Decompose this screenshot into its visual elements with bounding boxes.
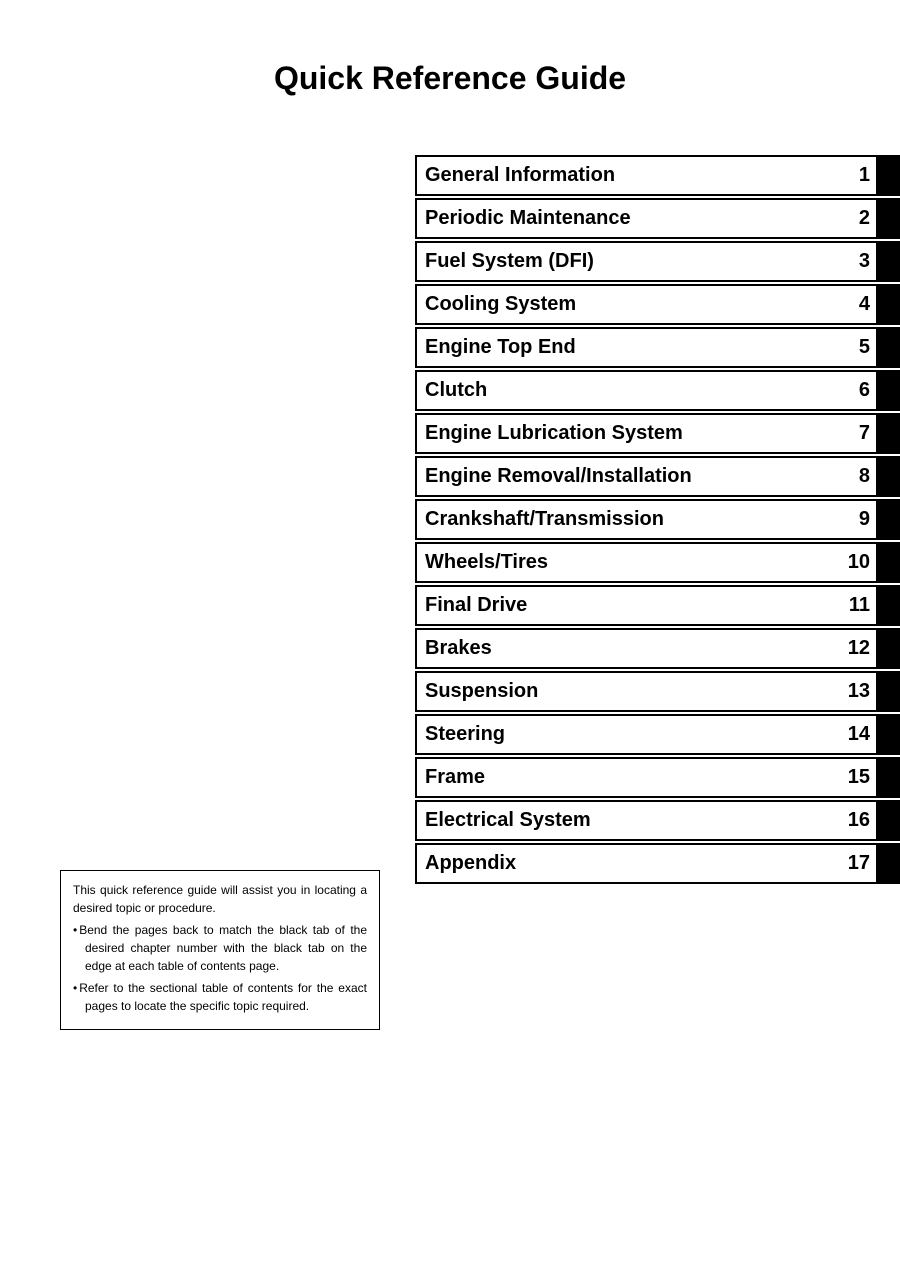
toc-label: Appendix: [417, 845, 836, 882]
toc-number: 1: [836, 157, 876, 194]
toc-number: 13: [836, 673, 876, 710]
toc-row[interactable]: Crankshaft/Transmission9: [415, 499, 900, 540]
toc-number: 17: [836, 845, 876, 882]
toc-tab: [876, 200, 898, 237]
toc-label: Engine Removal/Installation: [417, 458, 836, 495]
toc-row[interactable]: Engine Lubrication System7: [415, 413, 900, 454]
info-list: Bend the pages back to match the black t…: [73, 921, 367, 1015]
toc-row[interactable]: Brakes12: [415, 628, 900, 669]
toc-tab: [876, 415, 898, 452]
toc-label: Crankshaft/Transmission: [417, 501, 836, 538]
toc-number: 16: [836, 802, 876, 839]
toc-row[interactable]: Suspension13: [415, 671, 900, 712]
toc-tab: [876, 157, 898, 194]
info-bullet: Refer to the sectional table of contents…: [73, 979, 367, 1015]
toc-label: Engine Top End: [417, 329, 836, 366]
page-title: Quick Reference Guide: [0, 0, 900, 147]
toc-number: 15: [836, 759, 876, 796]
toc-tab: [876, 544, 898, 581]
toc-row[interactable]: Electrical System16: [415, 800, 900, 841]
toc-number: 6: [836, 372, 876, 409]
toc-row[interactable]: Periodic Maintenance2: [415, 198, 900, 239]
toc-number: 14: [836, 716, 876, 753]
toc-tab: [876, 630, 898, 667]
toc-number: 10: [836, 544, 876, 581]
toc-label: Brakes: [417, 630, 836, 667]
toc-number: 2: [836, 200, 876, 237]
toc-tab: [876, 372, 898, 409]
toc-row[interactable]: Steering14: [415, 714, 900, 755]
toc-tab: [876, 501, 898, 538]
toc-tab: [876, 759, 898, 796]
toc-label: Wheels/Tires: [417, 544, 836, 581]
toc-row[interactable]: Fuel System (DFI)3: [415, 241, 900, 282]
info-bullet: Bend the pages back to match the black t…: [73, 921, 367, 975]
table-of-contents: General Information1Periodic Maintenance…: [415, 155, 900, 886]
toc-label: General Information: [417, 157, 836, 194]
toc-label: Suspension: [417, 673, 836, 710]
toc-label: Engine Lubrication System: [417, 415, 836, 452]
toc-row[interactable]: Final Drive11: [415, 585, 900, 626]
toc-label: Cooling System: [417, 286, 836, 323]
toc-label: Clutch: [417, 372, 836, 409]
toc-row[interactable]: Engine Removal/Installation8: [415, 456, 900, 497]
toc-number: 11: [836, 587, 876, 624]
toc-row[interactable]: General Information1: [415, 155, 900, 196]
toc-number: 5: [836, 329, 876, 366]
toc-number: 7: [836, 415, 876, 452]
toc-label: Final Drive: [417, 587, 836, 624]
toc-tab: [876, 243, 898, 280]
toc-tab: [876, 587, 898, 624]
toc-row[interactable]: Appendix17: [415, 843, 900, 884]
toc-row[interactable]: Wheels/Tires10: [415, 542, 900, 583]
info-box: This quick reference guide will assist y…: [60, 870, 380, 1030]
toc-tab: [876, 716, 898, 753]
toc-tab: [876, 845, 898, 882]
toc-tab: [876, 286, 898, 323]
toc-tab: [876, 802, 898, 839]
toc-row[interactable]: Cooling System4: [415, 284, 900, 325]
toc-row[interactable]: Engine Top End5: [415, 327, 900, 368]
toc-row[interactable]: Frame15: [415, 757, 900, 798]
toc-label: Frame: [417, 759, 836, 796]
toc-number: 9: [836, 501, 876, 538]
toc-label: Steering: [417, 716, 836, 753]
toc-tab: [876, 673, 898, 710]
toc-label: Fuel System (DFI): [417, 243, 836, 280]
toc-tab: [876, 329, 898, 366]
toc-number: 12: [836, 630, 876, 667]
toc-row[interactable]: Clutch6: [415, 370, 900, 411]
toc-number: 8: [836, 458, 876, 495]
toc-label: Electrical System: [417, 802, 836, 839]
toc-number: 3: [836, 243, 876, 280]
info-intro: This quick reference guide will assist y…: [73, 881, 367, 917]
toc-label: Periodic Maintenance: [417, 200, 836, 237]
toc-tab: [876, 458, 898, 495]
toc-number: 4: [836, 286, 876, 323]
